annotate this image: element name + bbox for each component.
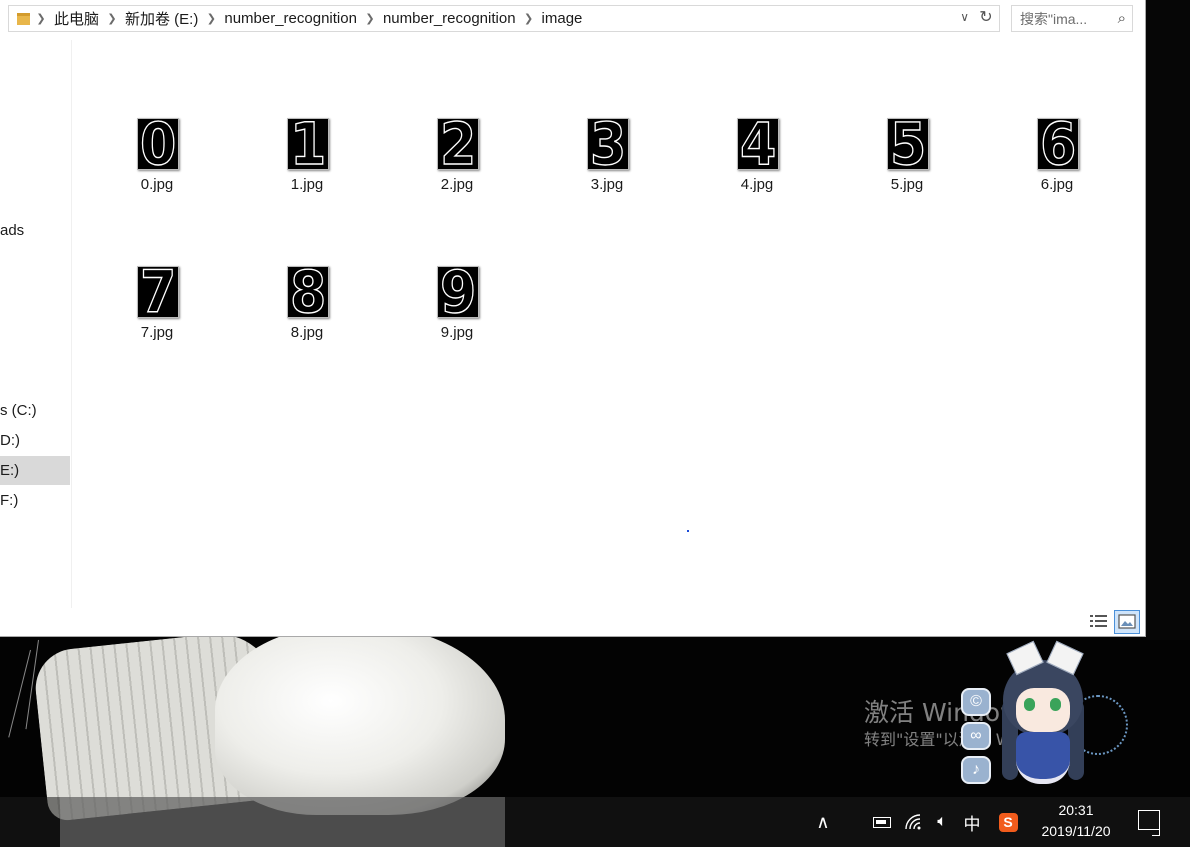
image-thumbnail: 0	[137, 118, 179, 170]
wallpaper-white-fur	[215, 625, 505, 815]
large-icons-view-icon	[1118, 614, 1136, 629]
mouse-pointer-dot	[687, 530, 689, 532]
file-name: 8.jpg	[290, 324, 324, 341]
chevron-right-icon[interactable]: ❯	[518, 12, 540, 25]
file-name: 5.jpg	[890, 176, 924, 193]
thumbnail-digit: 7	[139, 266, 177, 318]
thumbnail-digit: 5	[889, 118, 927, 170]
ime-mode-indicator[interactable]: 中	[960, 797, 984, 847]
nav-item-downloads[interactable]: ads	[0, 216, 70, 245]
file-name: 4.jpg	[740, 176, 774, 193]
search-icon[interactable]: ⌕	[1118, 10, 1126, 27]
file-explorer-window: ❯ 此电脑 ❯ 新加卷 (E:) ❯ number_recognition ❯ …	[0, 0, 1146, 637]
desktop-mascot-widget[interactable]: © ∞ ♪	[958, 640, 1133, 800]
sogou-input-icon[interactable]: S	[996, 797, 1020, 847]
breadcrumb: ❯ 此电脑 ❯ 新加卷 (E:) ❯ number_recognition ❯ …	[30, 6, 584, 31]
mascot-dress	[1016, 732, 1070, 784]
file-name: 0.jpg	[140, 176, 174, 193]
chevron-right-icon[interactable]: ❯	[30, 12, 52, 25]
image-thumbnail: 8	[287, 266, 329, 318]
details-view-icon	[1090, 615, 1107, 627]
action-center-notification-icon[interactable]	[1138, 810, 1160, 836]
show-hidden-icons-chevron-up-icon[interactable]: ∧	[811, 797, 835, 847]
nav-item-drive-d[interactable]: D:)	[0, 426, 70, 455]
thumbnail-digit: 3	[589, 118, 627, 170]
mascot-copyright-button[interactable]: ©	[961, 688, 991, 716]
navigation-pane: ads s (C:) D:) E:) F:)	[0, 40, 72, 608]
mascot-music-button[interactable]: ♪	[961, 756, 991, 784]
thumbnail-digit: 8	[289, 266, 327, 318]
image-thumbnail: 3	[587, 118, 629, 170]
thumbnail-digit: 0	[139, 118, 177, 170]
search-box[interactable]: ⌕	[1011, 5, 1133, 32]
file-name: 2.jpg	[440, 176, 474, 193]
file-item[interactable]: 1 1.jpg	[257, 113, 357, 233]
mascot-eye	[1050, 698, 1061, 711]
mascot-eye	[1024, 698, 1035, 711]
breadcrumb-item-number-recognition[interactable]: number_recognition	[222, 10, 359, 27]
breadcrumb-item-this-pc[interactable]: 此电脑	[52, 8, 101, 29]
file-name: 6.jpg	[1040, 176, 1074, 193]
file-name: 1.jpg	[290, 176, 324, 193]
refresh-icon[interactable]: ↻	[976, 8, 996, 28]
mascot-face	[1016, 688, 1070, 732]
thumbnail-digit: 1	[289, 118, 327, 170]
clock-date: 2019/11/20	[1041, 823, 1111, 839]
folder-icon	[17, 12, 30, 25]
image-thumbnail: 1	[287, 118, 329, 170]
thumbnail-digit: 9	[439, 266, 477, 318]
wifi-icon[interactable]	[902, 797, 926, 847]
taskbar: ∧ 🔈︎ 中 S 20:31 2019/11/20	[0, 797, 1190, 847]
file-list: 0 0.jpg 1 1.jpg 2 2.jpg 3 3.jpg 4 4.jpg …	[74, 40, 1144, 608]
file-item[interactable]: 8 8.jpg	[257, 261, 357, 381]
image-thumbnail: 5	[887, 118, 929, 170]
image-thumbnail: 9	[437, 266, 479, 318]
wallpaper-edge	[1146, 0, 1190, 640]
breadcrumb-item-volume-e[interactable]: 新加卷 (E:)	[123, 8, 200, 29]
file-item[interactable]: 2 2.jpg	[407, 113, 507, 233]
file-item[interactable]: 5 5.jpg	[857, 113, 957, 233]
file-item[interactable]: 6 6.jpg	[1007, 113, 1107, 233]
address-bar[interactable]: ❯ 此电脑 ❯ 新加卷 (E:) ❯ number_recognition ❯ …	[8, 5, 1000, 32]
chevron-right-icon[interactable]: ❯	[359, 12, 381, 25]
address-history-dropdown-icon[interactable]: ∨	[960, 10, 969, 24]
file-name: 3.jpg	[590, 176, 624, 193]
nav-item-drive-c[interactable]: s (C:)	[0, 396, 70, 425]
nav-item-drive-e[interactable]: E:)	[0, 456, 70, 485]
breadcrumb-item-image[interactable]: image	[540, 10, 585, 27]
file-item[interactable]: 0 0.jpg	[107, 113, 207, 233]
mascot-link-button[interactable]: ∞	[961, 722, 991, 750]
thumbnail-digit: 2	[439, 118, 477, 170]
chevron-right-icon[interactable]: ❯	[101, 12, 123, 25]
wifi-icon-glyph	[905, 814, 921, 830]
chevron-right-icon[interactable]: ❯	[200, 12, 222, 25]
search-input[interactable]	[1020, 6, 1110, 31]
thumbnail-digit: 4	[739, 118, 777, 170]
details-view-button[interactable]	[1089, 612, 1109, 632]
file-name: 7.jpg	[140, 324, 174, 341]
volume-icon[interactable]: 🔈︎	[930, 797, 954, 847]
breadcrumb-item-number-recognition-sub[interactable]: number_recognition	[381, 10, 518, 27]
image-thumbnail: 7	[137, 266, 179, 318]
file-item[interactable]: 4 4.jpg	[707, 113, 807, 233]
large-icons-view-button[interactable]	[1114, 610, 1140, 634]
image-thumbnail: 4	[737, 118, 779, 170]
nav-item-drive-f[interactable]: F:)	[0, 486, 70, 515]
wallpaper-whisker	[8, 649, 31, 738]
file-item[interactable]: 9 9.jpg	[407, 261, 507, 381]
system-clock[interactable]: 20:31 2019/11/20	[1030, 800, 1122, 842]
file-item[interactable]: 7 7.jpg	[107, 261, 207, 381]
file-name: 9.jpg	[440, 324, 474, 341]
image-thumbnail: 2	[437, 118, 479, 170]
sogou-badge: S	[998, 812, 1018, 832]
thumbnail-digit: 6	[1039, 118, 1077, 170]
clock-time: 20:31	[1058, 802, 1094, 818]
image-thumbnail: 6	[1037, 118, 1079, 170]
file-item[interactable]: 3 3.jpg	[557, 113, 657, 233]
battery-icon[interactable]	[870, 797, 894, 847]
